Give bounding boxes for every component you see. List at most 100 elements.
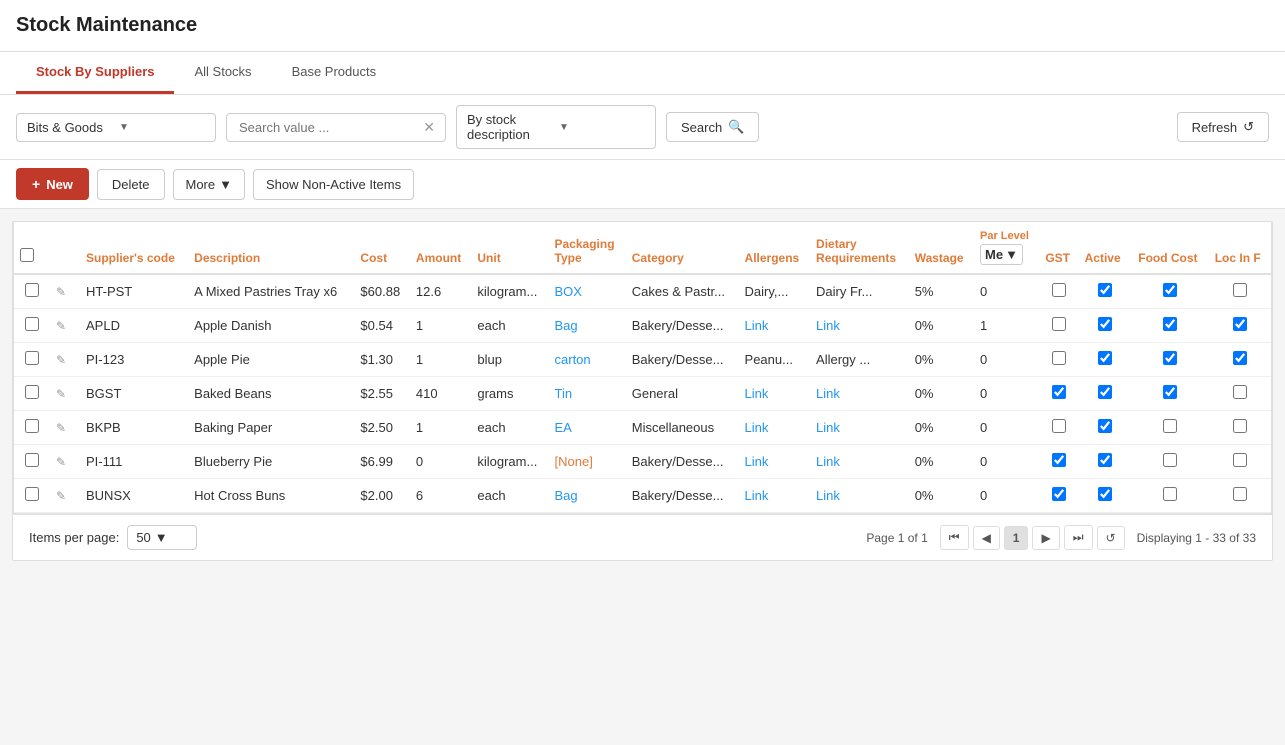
clear-search-button[interactable]: ✕ [421,119,437,136]
packaging-type[interactable]: carton [555,352,591,367]
more-button[interactable]: More ▼ [173,169,246,200]
dietary-requirements-cell: Link [810,411,909,445]
allergens[interactable]: Link [745,386,769,401]
edit-icon[interactable]: ✎ [56,319,66,333]
active-checkbox[interactable] [1098,487,1112,501]
gst-checkbox[interactable] [1052,385,1066,399]
gst-checkbox[interactable] [1052,283,1066,297]
food-cost-checkbox[interactable] [1163,351,1177,365]
dietary-requirements[interactable]: Link [816,454,840,469]
par-level-label: Par Level [980,230,1029,242]
unit-cell: blup [471,343,548,377]
next-page-button[interactable]: ▶ [1032,526,1059,550]
active-checkbox[interactable] [1098,419,1112,433]
loc-checkbox[interactable] [1233,385,1247,399]
edit-icon[interactable]: ✎ [56,285,66,299]
filter-dropdown-arrow-icon: ▼ [559,122,645,133]
dietary-requirements[interactable]: Link [816,420,840,435]
row-select-checkbox[interactable] [25,453,39,467]
page-label: Page 1 of 1 [866,531,927,545]
par-dropdown-arrow-icon: ▼ [1005,247,1018,262]
loc-checkbox[interactable] [1233,351,1247,365]
packaging-type[interactable]: Bag [555,488,578,503]
edit-cell: ✎ [50,377,80,411]
dietary-requirements[interactable]: Link [816,488,840,503]
gst-checkbox[interactable] [1052,419,1066,433]
food-cost-checkbox[interactable] [1163,317,1177,331]
packaging-type[interactable]: Tin [555,386,573,401]
edit-icon[interactable]: ✎ [56,489,66,503]
food-cost-checkbox[interactable] [1163,283,1177,297]
tab-stock-by-suppliers[interactable]: Stock By Suppliers [16,52,174,94]
cost-cell: $2.55 [354,377,410,411]
gst-checkbox[interactable] [1052,487,1066,501]
allergens[interactable]: Link [745,454,769,469]
row-select-checkbox[interactable] [25,419,39,433]
loc-checkbox[interactable] [1233,419,1247,433]
food-cost-checkbox[interactable] [1163,419,1177,433]
gst-checkbox[interactable] [1052,351,1066,365]
delete-button[interactable]: Delete [97,169,165,200]
par-level-dropdown-value: Me [985,247,1003,262]
food-cost-checkbox[interactable] [1163,453,1177,467]
loc-checkbox[interactable] [1233,487,1247,501]
packaging-type[interactable]: EA [555,420,572,435]
allergens[interactable]: Link [745,488,769,503]
show-non-active-button[interactable]: Show Non-Active Items [253,169,414,200]
header-unit: Unit [471,222,548,274]
active-checkbox[interactable] [1098,317,1112,331]
category-cell: Bakery/Desse... [626,343,739,377]
edit-icon[interactable]: ✎ [56,455,66,469]
new-button[interactable]: + New [16,168,89,200]
active-checkbox[interactable] [1098,283,1112,297]
wastage-cell: 0% [909,445,974,479]
packaging-type[interactable]: BOX [555,284,582,299]
table-row: ✎BKPBBaking Paper$2.501eachEAMiscellaneo… [14,411,1271,445]
edit-icon[interactable]: ✎ [56,387,66,401]
loc-checkbox[interactable] [1233,283,1247,297]
header-select-all[interactable] [14,222,50,274]
packaging-type[interactable]: Bag [555,318,578,333]
loc-checkbox[interactable] [1233,317,1247,331]
items-per-page-dropdown[interactable]: 50 ▼ [127,525,197,550]
row-select-checkbox[interactable] [25,283,39,297]
tab-base-products[interactable]: Base Products [272,52,397,94]
edit-icon[interactable]: ✎ [56,421,66,435]
allergens[interactable]: Link [745,420,769,435]
filter-dropdown[interactable]: By stock description ▼ [456,105,656,149]
row-select-checkbox[interactable] [25,385,39,399]
food-cost-checkbox[interactable] [1163,385,1177,399]
prev-page-button[interactable]: ◀ [973,526,1000,550]
supplier-dropdown[interactable]: Bits & Goods ▼ [16,113,216,142]
search-input[interactable] [235,114,421,141]
gst-checkbox[interactable] [1052,317,1066,331]
active-checkbox[interactable] [1098,385,1112,399]
active-checkbox[interactable] [1098,351,1112,365]
page-navigation: Page 1 of 1 ⏮ ◀ 1 ▶ ⏭ ↺ Displaying 1 - 3… [866,525,1256,550]
food-cost-checkbox-cell [1132,445,1208,479]
active-checkbox[interactable] [1098,453,1112,467]
search-button[interactable]: Search 🔍 [666,112,759,142]
page-1-button[interactable]: 1 [1004,526,1029,550]
allergens[interactable]: Link [745,318,769,333]
select-all-checkbox[interactable] [20,248,34,262]
last-page-button[interactable]: ⏭ [1064,525,1093,550]
unit-cell: kilogram... [471,445,548,479]
row-select-checkbox[interactable] [25,317,39,331]
supplier-code: HT-PST [86,284,132,299]
tab-all-stocks[interactable]: All Stocks [174,52,271,94]
row-select-checkbox[interactable] [25,351,39,365]
refresh-button[interactable]: Refresh ↺ [1177,112,1269,142]
gst-checkbox[interactable] [1052,453,1066,467]
dietary-requirements[interactable]: Link [816,318,840,333]
edit-icon[interactable]: ✎ [56,353,66,367]
food-cost-checkbox-cell [1132,343,1208,377]
edit-cell: ✎ [50,309,80,343]
food-cost-checkbox[interactable] [1163,487,1177,501]
dietary-requirements[interactable]: Link [816,386,840,401]
reset-pagination-button[interactable]: ↺ [1097,526,1125,550]
first-page-button[interactable]: ⏮ [940,525,969,550]
par-level-dropdown[interactable]: Me ▼ [980,244,1023,265]
loc-checkbox[interactable] [1233,453,1247,467]
row-select-checkbox[interactable] [25,487,39,501]
